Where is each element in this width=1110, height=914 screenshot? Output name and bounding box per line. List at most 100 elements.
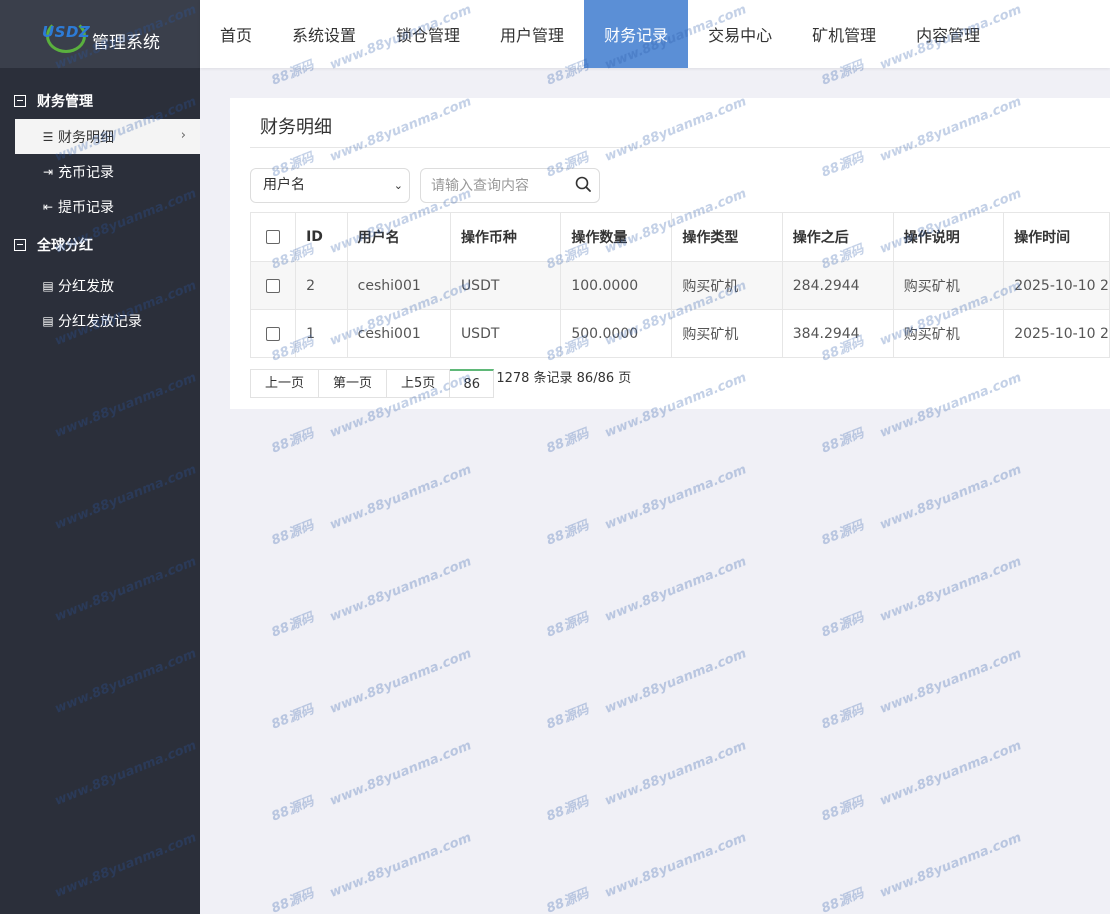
sidebar-item-deposit-records[interactable]: ⇥ 充币记录 bbox=[0, 154, 200, 189]
table-row[interactable]: 2 ceshi001 USDT 100.0000 购买矿机 284.2944 购… bbox=[249, 261, 1110, 310]
finance-table: ID 用户名 操作币种 操作数量 操作类型 操作之后 操作说明 操作时间 2 c… bbox=[249, 212, 1110, 358]
sidebar-item-dividend-issue[interactable]: ▤ 分红发放 bbox=[0, 268, 200, 303]
column-header[interactable]: 操作币种 bbox=[449, 212, 562, 262]
watermark-text: 88源码 bbox=[544, 702, 592, 733]
table-cell: 购买矿机 bbox=[892, 309, 1005, 358]
select-all-checkbox[interactable] bbox=[266, 230, 280, 244]
watermark-text: 88源码 bbox=[544, 426, 592, 457]
watermark-text: www.88yuanma.com bbox=[602, 554, 749, 625]
watermark-text: www.88yuanma.com bbox=[877, 830, 1024, 901]
table-cell: 384.2944 bbox=[781, 309, 894, 358]
column-header[interactable]: 操作类型 bbox=[671, 212, 783, 262]
first-page-button[interactable]: 第一页 bbox=[319, 369, 388, 398]
page-title: 财务明细 bbox=[260, 117, 332, 138]
watermark-text: www.88yuanma.com bbox=[602, 462, 749, 533]
sidebar-item-label: 提币记录 bbox=[58, 199, 114, 216]
nav-user-management[interactable]: 用户管理 bbox=[480, 0, 584, 68]
sign-in-icon: ⇥ bbox=[42, 164, 54, 179]
divider bbox=[250, 147, 1110, 148]
watermark-text: 88源码 bbox=[269, 610, 317, 641]
sidebar-item-label: 分红发放记录 bbox=[58, 313, 142, 330]
sidebar-item-label: 充币记录 bbox=[58, 164, 114, 181]
watermark-text: 88源码 bbox=[544, 886, 592, 914]
globe-logo-icon: USDZ bbox=[42, 13, 90, 55]
sidebar-group-label: 财务管理 bbox=[37, 94, 93, 110]
watermark-text: www.88yuanma.com bbox=[327, 462, 474, 533]
list-icon: ☰ bbox=[42, 129, 54, 144]
column-header[interactable]: 操作数量 bbox=[560, 212, 673, 262]
nav-system-settings[interactable]: 系统设置 bbox=[272, 0, 376, 68]
watermark-text: 88源码 bbox=[269, 702, 317, 733]
watermark-text: www.88yuanma.com bbox=[602, 646, 749, 717]
collapse-icon bbox=[14, 95, 26, 107]
record-count: 1278 条记录 86/86 页 bbox=[496, 371, 632, 386]
watermark-text: 88源码 bbox=[819, 794, 867, 825]
sidebar: USDZ 管理系统 财务管理 ☰ 财务明细 › ⇥ 充币记录 ⇤ 提币记录 全球… bbox=[0, 0, 200, 914]
nav-trade-center[interactable]: 交易中心 bbox=[688, 0, 792, 68]
table-cell: ceshi001 bbox=[346, 309, 451, 358]
document-icon: ▤ bbox=[42, 313, 54, 328]
search-icon[interactable] bbox=[575, 176, 591, 192]
search-box bbox=[420, 168, 600, 203]
table-cell: USDT bbox=[449, 261, 562, 310]
table-cell: 500.0000 bbox=[560, 309, 673, 358]
chevron-down-icon: ⌄ bbox=[393, 179, 403, 192]
prev-page-button[interactable]: 上一页 bbox=[250, 369, 320, 398]
nav-finance-records[interactable]: 财务记录 bbox=[584, 0, 689, 68]
watermark-text: www.88yuanma.com bbox=[877, 738, 1024, 809]
table-cell: 2 bbox=[295, 261, 348, 310]
search-input[interactable] bbox=[421, 169, 561, 202]
nav-lock-management[interactable]: 锁仓管理 bbox=[376, 0, 480, 68]
filter-field-select[interactable]: 用户名 ⌄ bbox=[250, 168, 410, 203]
column-header[interactable]: 操作之后 bbox=[781, 212, 894, 262]
watermark-text: www.88yuanma.com bbox=[877, 462, 1024, 533]
sidebar-group-label: 全球分红 bbox=[37, 238, 93, 254]
watermark-text: www.88yuanma.com bbox=[602, 738, 749, 809]
table-cell: 1 bbox=[295, 309, 348, 358]
sidebar-group-finance[interactable]: 财务管理 bbox=[0, 83, 200, 119]
watermark-text: 88源码 bbox=[544, 610, 592, 641]
sidebar-item-dividend-records[interactable]: ▤ 分红发放记录 bbox=[0, 303, 200, 338]
main-card: 财务明细 用户名 ⌄ ID 用户名 操作币种 操作数量 操作类型 操作之后 操作… bbox=[230, 98, 1110, 409]
table-row[interactable]: 1 ceshi001 USDT 500.0000 购买矿机 384.2944 购… bbox=[249, 309, 1110, 358]
watermark-text: www.88yuanma.com bbox=[327, 646, 474, 717]
top-nav: 首页 系统设置 锁仓管理 用户管理 财务记录 交易中心 矿机管理 内容管理 bbox=[200, 0, 1110, 68]
table-cell: 2025-10-10 2 bbox=[1003, 309, 1110, 358]
collapse-icon bbox=[14, 239, 26, 251]
watermark-text: www.88yuanma.com bbox=[877, 646, 1024, 717]
watermark-text: 88源码 bbox=[269, 886, 317, 914]
watermark-text: www.88yuanma.com bbox=[877, 554, 1024, 625]
column-header[interactable]: 操作说明 bbox=[892, 212, 1005, 262]
table-cell: ceshi001 bbox=[346, 261, 451, 310]
watermark-text: 88源码 bbox=[544, 518, 592, 549]
sidebar-item-withdraw-records[interactable]: ⇤ 提币记录 bbox=[0, 189, 200, 224]
table-cell: 购买矿机 bbox=[671, 261, 783, 310]
nav-content-management[interactable]: 内容管理 bbox=[896, 0, 1000, 68]
sidebar-group-dividend[interactable]: 全球分红 bbox=[0, 227, 200, 263]
column-header[interactable]: 操作时间 bbox=[1003, 212, 1110, 262]
watermark-text: 88源码 bbox=[269, 518, 317, 549]
sidebar-item-finance-detail[interactable]: ☰ 财务明细 › bbox=[15, 119, 200, 154]
nav-miner-management[interactable]: 矿机管理 bbox=[792, 0, 896, 68]
table-cell: 购买矿机 bbox=[671, 309, 783, 358]
document-icon: ▤ bbox=[42, 278, 54, 293]
nav-home[interactable]: 首页 bbox=[200, 0, 272, 68]
watermark-text: 88源码 bbox=[819, 426, 867, 457]
sidebar-item-label: 分红发放 bbox=[58, 278, 114, 295]
watermark-text: www.88yuanma.com bbox=[327, 738, 474, 809]
row-checkbox[interactable] bbox=[266, 278, 280, 293]
table-cell: 2025-10-10 2 bbox=[1003, 261, 1110, 310]
chevron-right-icon: › bbox=[180, 128, 186, 143]
watermark-text: www.88yuanma.com bbox=[327, 554, 474, 625]
sidebar-item-label: 财务明细 bbox=[58, 129, 114, 146]
watermark-text: www.88yuanma.com bbox=[327, 830, 474, 901]
watermark-text: 88源码 bbox=[819, 702, 867, 733]
logo[interactable]: USDZ 管理系统 bbox=[0, 0, 200, 68]
prev-5-pages-button[interactable]: 上5页 bbox=[387, 369, 451, 398]
pagination: 上一页 第一页 上5页 86 1278 条记录 86/86 页 bbox=[250, 369, 631, 399]
table-cell: 284.2944 bbox=[781, 261, 894, 310]
column-header[interactable]: ID bbox=[295, 212, 348, 262]
row-checkbox[interactable] bbox=[266, 326, 280, 341]
column-header[interactable]: 用户名 bbox=[346, 212, 451, 262]
watermark-text: 88源码 bbox=[269, 426, 317, 457]
